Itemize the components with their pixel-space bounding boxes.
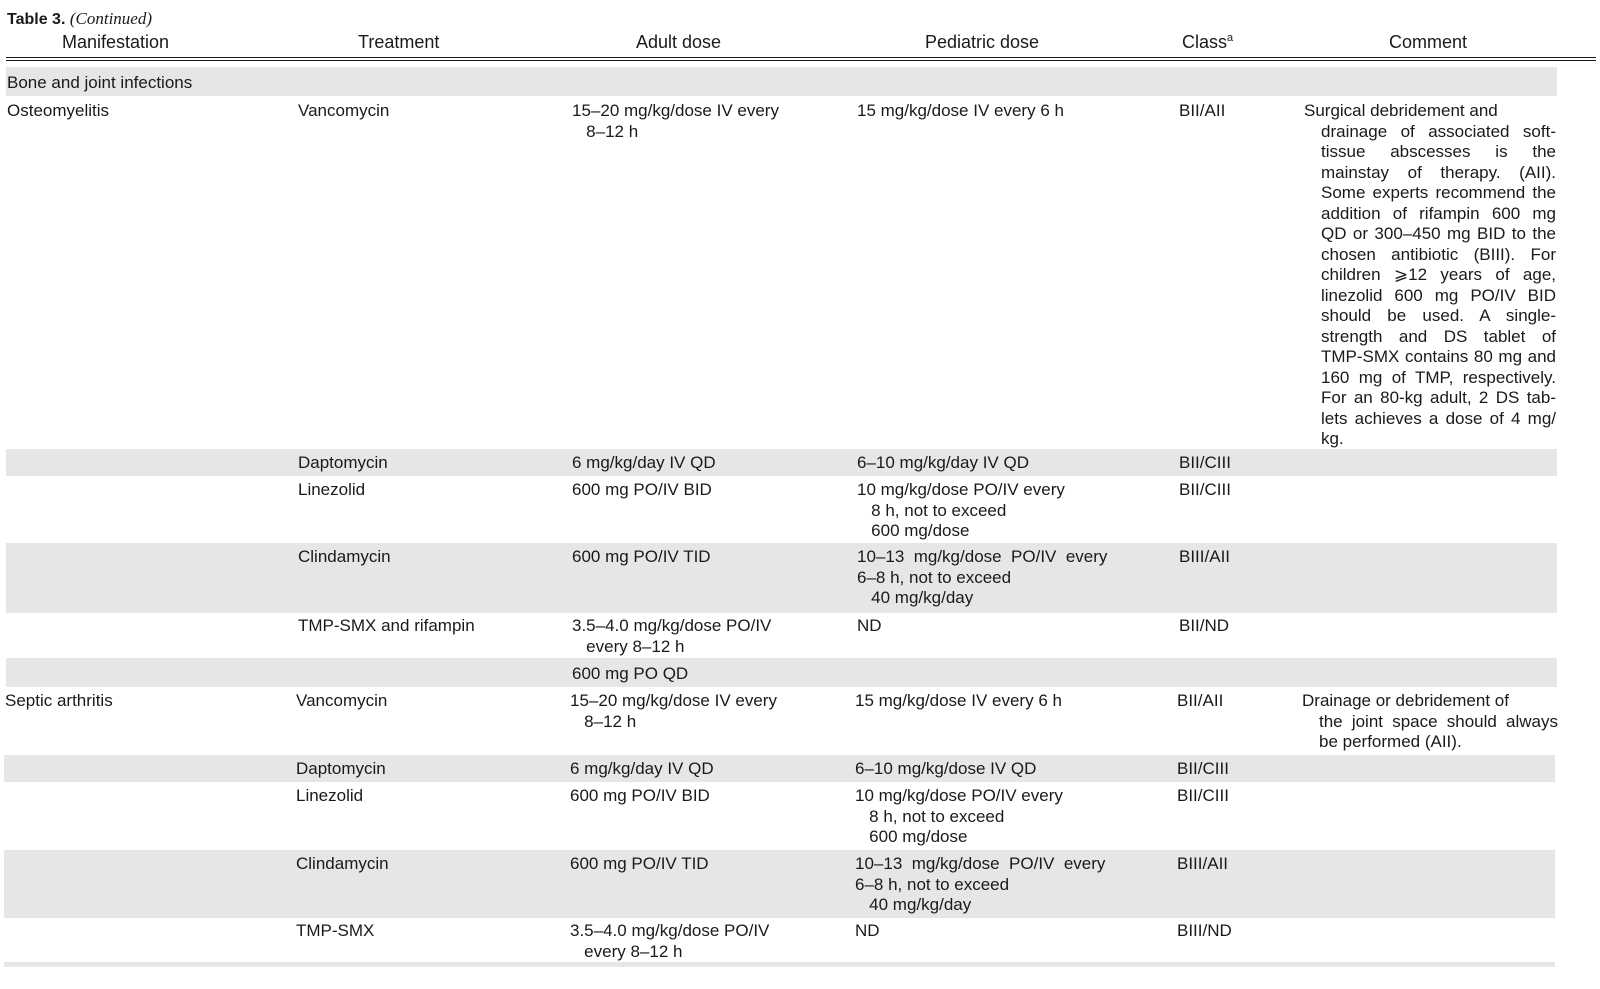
cell-adult-dose: 6 mg/kg/day IV QD	[570, 759, 714, 778]
cell-pediatric-dose: 6–10 mg/kg/day IV QD	[857, 453, 1029, 472]
comment-septic-arthritis: Drainage or debridement of the joint spa…	[1302, 691, 1558, 753]
cell-manifestation: Osteomyelitis	[7, 101, 110, 120]
table-label: Table 3.	[7, 11, 66, 28]
cell-class: BIII/AII	[1177, 854, 1229, 873]
cell-adult-dose: 600 mg PO/IV BID	[570, 786, 710, 805]
header-class-label: Class	[1182, 32, 1228, 52]
comment-line: should be used. A single-	[1321, 306, 1556, 325]
cell-class: BII/CIII	[1179, 480, 1231, 499]
cell-adult-dose: 15–20 mg/kg/dose IV every 8–12 h	[572, 101, 779, 141]
section-shade	[6, 67, 1557, 96]
cell-treatment: Linezolid	[298, 480, 366, 499]
comment-line: drainage of associated soft-	[1321, 121, 1556, 141]
comment-line: addition of rifampin 600 mg	[1321, 203, 1556, 223]
comment-line: Drainage or debridement of	[1302, 691, 1509, 710]
comment-line: QD or 300–450 mg BID to the	[1321, 224, 1556, 243]
cell-treatment: Clindamycin	[298, 547, 391, 566]
cell-pediatric-dose: 6–10 mg/kg/dose IV QD	[855, 759, 1037, 778]
cell-treatment: TMP-SMX	[296, 921, 375, 940]
cell-treatment: Linezolid	[296, 786, 364, 805]
cell-adult-dose: 3.5–4.0 mg/kg/dose PO/IV every 8–12 h	[572, 616, 772, 656]
cell-adult-dose: 3.5–4.0 mg/kg/dose PO/IV every 8–12 h	[570, 921, 770, 961]
cell-adult-dose: 600 mg PO/IV TID	[572, 547, 711, 566]
section-title: Bone and joint infections	[7, 73, 193, 92]
cell-class: BII/AII	[1177, 691, 1224, 710]
comment-line: children ⩾12 years of age,	[1321, 265, 1556, 284]
cell-manifestation: Septic arthritis	[5, 691, 113, 710]
row-shade	[4, 755, 1555, 782]
cell-class: BIII/ND	[1177, 921, 1232, 940]
comment-line: TMP-SMX contains 80 mg and	[1321, 347, 1556, 366]
cell-adult-dose: 600 mg PO/IV TID	[570, 854, 709, 873]
cell-pediatric-dose: 10 mg/kg/dose PO/IV every 8 h, not to ex…	[857, 480, 1065, 540]
row-shade	[6, 543, 1557, 613]
row-shade	[6, 449, 1557, 476]
table-continued: (Continued)	[69, 9, 152, 28]
header-adult-dose: Adult dose	[636, 32, 722, 52]
comment-line: tissue abscesses is the	[1321, 142, 1556, 161]
cell-treatment: Daptomycin	[298, 453, 388, 472]
cell-adult-dose: 600 mg PO QD	[572, 664, 689, 683]
cell-treatment: Vancomycin	[298, 101, 390, 120]
header-manifestation: Manifestation	[62, 32, 170, 52]
cell-class: BIII/AII	[1179, 547, 1231, 566]
comment-line: Some experts recommend the	[1321, 183, 1556, 202]
comment-line: the joint space should always	[1319, 711, 1558, 731]
comment-line: 160 mg of TMP, respectively.	[1321, 367, 1556, 387]
comment-osteomyelitis: Surgical debridement and drainage of ass…	[1304, 101, 1556, 450]
cell-class: BII/CIII	[1177, 786, 1229, 805]
cell-treatment: Daptomycin	[296, 759, 386, 778]
cell-class: BII/AII	[1179, 101, 1226, 120]
cell-pediatric-dose: ND	[855, 921, 880, 940]
cell-pediatric-dose: 10 mg/kg/dose PO/IV every 8 h, not to ex…	[855, 786, 1063, 846]
cell-adult-dose: 600 mg PO/IV BID	[572, 480, 712, 499]
comment-line: lets achieves a dose of 4 mg/	[1321, 408, 1556, 428]
cell-adult-dose: 15–20 mg/kg/dose IV every 8–12 h	[570, 691, 777, 731]
header-pediatric-dose: Pediatric dose	[925, 32, 1040, 52]
cell-treatment: Vancomycin	[296, 691, 388, 710]
cell-class: BII/ND	[1179, 616, 1230, 635]
header-treatment: Treatment	[358, 32, 440, 52]
comment-line: linezolid 600 mg PO/IV BID	[1321, 285, 1556, 305]
comment-line: mainstay of therapy. (AII).	[1321, 162, 1556, 182]
cell-pediatric-dose: ND	[857, 616, 882, 635]
comment-line: Surgical debridement and	[1304, 101, 1498, 120]
header-class-footnote: a	[1227, 32, 1234, 44]
cell-pediatric-dose: 10–13 mg/kg/dose PO/IV every 6–8 h, not …	[857, 547, 1108, 607]
cell-class: BII/CIII	[1179, 453, 1231, 472]
comment-line: chosen antibiotic (BIII). For	[1321, 244, 1556, 264]
cell-pediatric-dose: 15 mg/kg/dose IV every 6 h	[855, 691, 1062, 710]
cell-class: BII/CIII	[1177, 759, 1229, 778]
comment-line: For an 80-kg adult, 2 DS tab-	[1321, 388, 1556, 407]
cell-treatment: TMP-SMX and rifampin	[298, 616, 475, 635]
header-class: Classa	[1182, 32, 1233, 53]
comment-line: strength and DS tablet of	[1321, 326, 1556, 346]
comment-line: kg.	[1321, 429, 1344, 448]
row-shade	[4, 962, 1555, 967]
row-shade	[4, 850, 1555, 918]
row-shade	[6, 658, 1557, 687]
cell-adult-dose: 6 mg/kg/day IV QD	[572, 453, 716, 472]
table-caption: Table 3. (Continued)	[7, 9, 152, 29]
cell-pediatric-dose: 15 mg/kg/dose IV every 6 h	[857, 101, 1064, 120]
cell-treatment: Clindamycin	[296, 854, 389, 873]
comment-line: be performed (AII).	[1319, 732, 1462, 751]
cell-pediatric-dose: 10–13 mg/kg/dose PO/IV every 6–8 h, not …	[855, 854, 1106, 914]
header-rule-top	[6, 57, 1596, 58]
header-rule-bottom	[6, 60, 1596, 61]
header-comment: Comment	[1389, 32, 1468, 52]
